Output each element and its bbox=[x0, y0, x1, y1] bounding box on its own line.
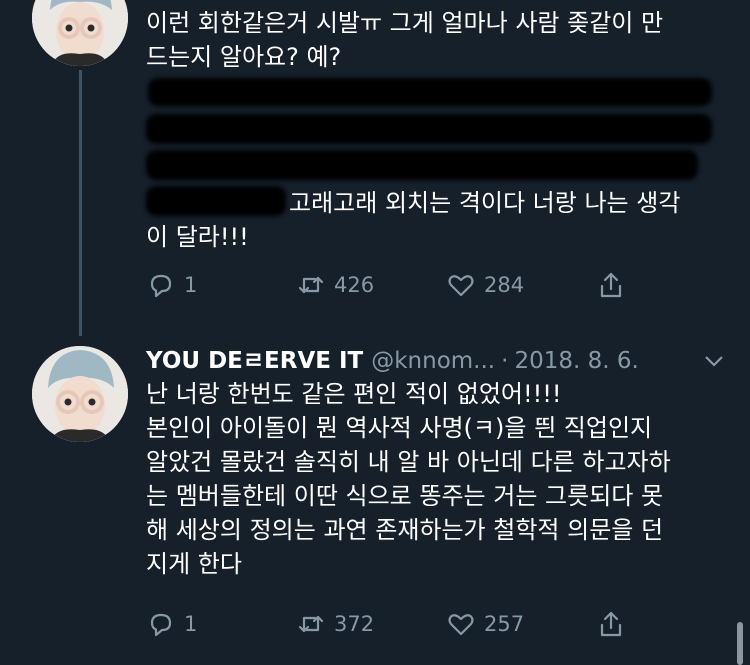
display-name[interactable]: YOU DEㄹERVE IT bbox=[146, 348, 363, 374]
reply-count: 1 bbox=[184, 612, 198, 636]
like-icon bbox=[448, 614, 474, 636]
avatar[interactable] bbox=[32, 346, 128, 442]
avatar[interactable] bbox=[32, 0, 128, 66]
share-icon bbox=[600, 272, 622, 298]
thread-line bbox=[79, 70, 82, 336]
tweet-text: 이런 회한같은거 시발ㅠ 그게 얼마나 사람 좆같이 만 드는지 알아요? 예? bbox=[146, 9, 664, 71]
like-count: 257 bbox=[484, 612, 525, 636]
tweet-date[interactable]: 2018. 8. 6. bbox=[514, 348, 638, 374]
like-button[interactable]: 284 bbox=[446, 270, 524, 300]
retweet-icon bbox=[298, 615, 324, 633]
reply-button[interactable]: 1 bbox=[146, 270, 197, 300]
retweet-icon bbox=[298, 276, 324, 294]
tweet-text-line: 이 달라!!! bbox=[146, 223, 249, 251]
retweet-button[interactable]: 372 bbox=[296, 609, 374, 639]
reply-count: 1 bbox=[184, 273, 198, 297]
share-icon bbox=[600, 611, 622, 637]
retweet-count: 426 bbox=[334, 273, 375, 297]
share-button[interactable] bbox=[596, 609, 626, 639]
like-button[interactable]: 257 bbox=[446, 609, 524, 639]
like-icon bbox=[448, 275, 474, 297]
tweet-text-line: 고래고래 외치는 격이다 너랑 나는 생각 bbox=[289, 189, 681, 217]
user-handle[interactable]: @knnom... bbox=[371, 348, 495, 374]
tweet-actions: 1 426 284 bbox=[146, 270, 646, 300]
reply-button[interactable]: 1 bbox=[146, 609, 197, 639]
tweet-text-tail: 고래고래 외치는 격이다 너랑 나는 생각 이 달라!!! bbox=[146, 186, 731, 254]
retweet-count: 372 bbox=[334, 612, 375, 636]
retweet-button[interactable]: 426 bbox=[296, 270, 374, 300]
tweet-header: YOU DEㄹERVE IT @knnom... · 2018. 8. 6. bbox=[146, 343, 736, 379]
separator-dot: · bbox=[501, 348, 509, 374]
like-count: 284 bbox=[484, 273, 525, 297]
scrollbar[interactable] bbox=[737, 622, 743, 665]
tweet-actions: 1 372 257 bbox=[146, 609, 646, 639]
tweet-text: 난 너랑 한번도 같은 편인 적이 없었어!!!! 본인이 아이돌이 뭔 역사적… bbox=[146, 380, 671, 578]
reply-icon bbox=[150, 274, 172, 298]
chevron-down-icon[interactable] bbox=[702, 349, 726, 373]
reply-icon bbox=[150, 613, 172, 637]
share-button[interactable] bbox=[596, 270, 626, 300]
